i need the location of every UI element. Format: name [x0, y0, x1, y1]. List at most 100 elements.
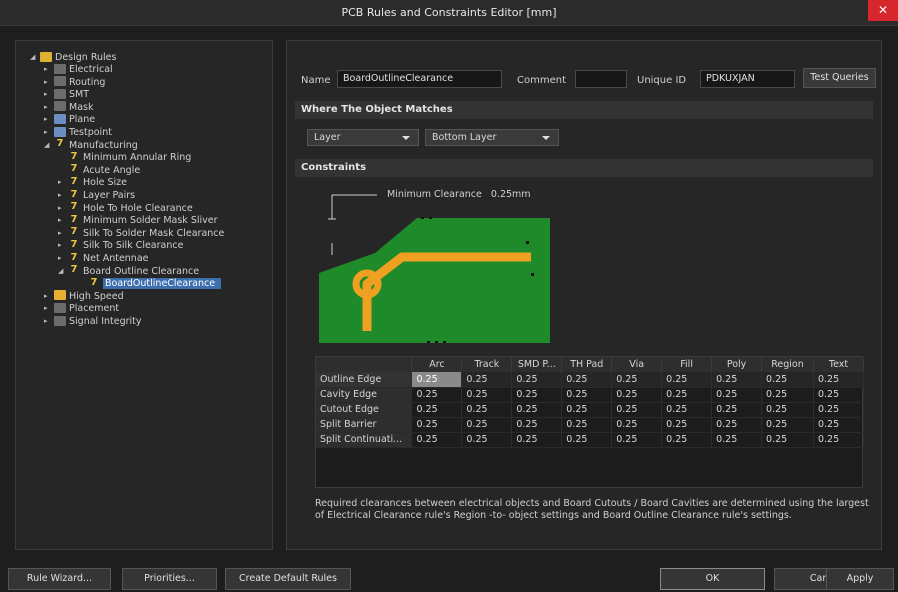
- clearance-cell[interactable]: 0.25: [611, 402, 663, 418]
- clearance-cell[interactable]: 0.25: [411, 372, 463, 388]
- clearance-cell[interactable]: 0.25: [461, 417, 513, 433]
- tree-item-plane[interactable]: ▸ Plane: [44, 113, 95, 126]
- clearance-cell[interactable]: 0.25: [813, 387, 865, 403]
- clearance-cell[interactable]: 0.25: [461, 432, 513, 448]
- clearance-cell[interactable]: 0.25: [661, 432, 713, 448]
- create-default-rules-button[interactable]: Create Default Rules: [225, 568, 351, 590]
- clearance-cell[interactable]: 0.25: [561, 402, 613, 418]
- rule-wizard-button[interactable]: Rule Wizard...: [8, 568, 111, 590]
- expand-arrow-icon[interactable]: ▸: [44, 290, 54, 303]
- expand-arrow-icon[interactable]: ▸: [58, 176, 68, 189]
- tree-item-smt[interactable]: ▸ SMT: [44, 88, 89, 101]
- clearance-cell[interactable]: 0.25: [411, 417, 463, 433]
- expand-arrow-icon[interactable]: ▸: [44, 315, 54, 328]
- clearance-cell[interactable]: 0.25: [461, 402, 513, 418]
- expand-arrow-icon[interactable]: ▸: [44, 101, 54, 114]
- apply-button[interactable]: Apply: [826, 568, 894, 590]
- tree-item-silk-to-solder-mask-clearance[interactable]: ▸ 7 Silk To Solder Mask Clearance: [58, 227, 224, 240]
- clearance-cell[interactable]: 0.25: [661, 402, 713, 418]
- clearance-cell[interactable]: 0.25: [761, 432, 814, 448]
- tree-item-electrical[interactable]: ▸ Electrical: [44, 63, 113, 76]
- clearance-cell[interactable]: 0.25: [561, 372, 613, 388]
- clearance-cell[interactable]: 0.25: [461, 372, 513, 388]
- clearance-cell[interactable]: 0.25: [711, 402, 763, 418]
- clearance-cell[interactable]: 0.25: [711, 417, 763, 433]
- clearance-cell[interactable]: 0.25: [813, 432, 865, 448]
- tree-item-minimum-annular-ring[interactable]: 7 Minimum Annular Ring: [58, 151, 192, 164]
- clearance-grid[interactable]: Arc Track SMD P... TH Pad Via Fill Poly Region T…: [315, 356, 865, 488]
- clearance-cell[interactable]: 0.25: [761, 417, 814, 433]
- clearance-cell[interactable]: 0.25: [761, 372, 814, 388]
- tree-item-net-antennae[interactable]: ▸ 7 Net Antennae: [58, 252, 149, 265]
- clearance-cell[interactable]: 0.25: [561, 387, 613, 403]
- expand-arrow-icon[interactable]: ▸: [58, 202, 68, 215]
- expand-arrow-icon[interactable]: ▸: [58, 239, 68, 252]
- table-row[interactable]: Split Barrier 0.25 0.25 0.25 0.25 0.25 0.25 0.2…: [316, 417, 865, 433]
- table-row[interactable]: Cavity Edge 0.25 0.25 0.25 0.25 0.25 0.25 0.25 0…: [316, 387, 865, 403]
- clearance-cell[interactable]: 0.25: [561, 417, 613, 433]
- expand-arrow-icon[interactable]: ▸: [44, 88, 54, 101]
- clearance-cell[interactable]: 0.25: [511, 387, 563, 403]
- expand-arrow-icon[interactable]: ▸: [44, 63, 54, 76]
- expand-arrow-icon[interactable]: ▸: [58, 189, 68, 202]
- comment-field[interactable]: [575, 70, 627, 88]
- expand-arrow-icon[interactable]: ▸: [44, 76, 54, 89]
- tree-item-mask[interactable]: ▸ Mask: [44, 101, 93, 114]
- clearance-cell[interactable]: 0.25: [761, 402, 814, 418]
- expand-arrow-icon[interactable]: ▸: [58, 252, 68, 265]
- ok-button[interactable]: OK: [660, 568, 765, 590]
- clearance-cell[interactable]: 0.25: [813, 402, 865, 418]
- expand-arrow-icon[interactable]: ▸: [44, 302, 54, 315]
- expand-arrow-icon[interactable]: ◢: [30, 51, 40, 64]
- tree-item-board-outline-clearance[interactable]: ◢ 7 Board Outline Clearance: [58, 265, 199, 278]
- clearance-cell[interactable]: 0.25: [611, 417, 663, 433]
- clearance-cell[interactable]: 0.25: [813, 417, 865, 433]
- clearance-cell[interactable]: 0.25: [661, 372, 713, 388]
- tree-item-silk-to-silk-clearance[interactable]: ▸ 7 Silk To Silk Clearance: [58, 239, 183, 252]
- tree-item-high-speed[interactable]: ▸ High Speed: [44, 290, 124, 303]
- tree-item-placement[interactable]: ▸ Placement: [44, 302, 119, 315]
- clearance-cell[interactable]: 0.25: [761, 387, 814, 403]
- clearance-cell[interactable]: 0.25: [611, 372, 663, 388]
- expand-arrow-icon[interactable]: ▸: [44, 113, 54, 126]
- close-button[interactable]: ✕: [868, 0, 898, 21]
- priorities-button[interactable]: Priorities...: [122, 568, 217, 590]
- clearance-cell[interactable]: 0.25: [611, 387, 663, 403]
- tree-item-hole-to-hole-clearance[interactable]: ▸ 7 Hole To Hole Clearance: [58, 202, 193, 215]
- expand-arrow-icon[interactable]: ▸: [44, 126, 54, 139]
- clearance-cell[interactable]: 0.25: [411, 432, 463, 448]
- name-field[interactable]: BoardOutlineClearance: [337, 70, 502, 88]
- clearance-cell[interactable]: 0.25: [511, 432, 563, 448]
- tree-item-layer-pairs[interactable]: ▸ 7 Layer Pairs: [58, 189, 135, 202]
- clearance-cell[interactable]: 0.25: [511, 402, 563, 418]
- tree-item-testpoint[interactable]: ▸ Testpoint: [44, 126, 112, 139]
- layer-dropdown[interactable]: Bottom Layer: [425, 129, 559, 146]
- tree-item-signal-integrity[interactable]: ▸ Signal Integrity: [44, 315, 142, 328]
- expand-arrow-icon[interactable]: ▸: [58, 214, 68, 227]
- clearance-cell[interactable]: 0.25: [561, 432, 613, 448]
- collapse-arrow-icon[interactable]: ◢: [44, 139, 54, 152]
- clearance-cell[interactable]: 0.25: [711, 432, 763, 448]
- test-queries-button[interactable]: Test Queries: [803, 68, 876, 88]
- rules-tree[interactable]: ◢ Design Rules ▸ Electrical ▸ Routing ▸ SMT ▸ Ma…: [15, 40, 273, 550]
- clearance-cell[interactable]: 0.25: [661, 417, 713, 433]
- clearance-cell[interactable]: 0.25: [711, 372, 763, 388]
- tree-item-hole-size[interactable]: ▸ 7 Hole Size: [58, 176, 127, 189]
- clearance-cell[interactable]: 0.25: [711, 387, 763, 403]
- table-row[interactable]: Outline Edge 0.25 0.25 0.25 0.25 0.25 0.25 0.25…: [316, 372, 865, 388]
- unique-id-field[interactable]: PDKUXJAN: [700, 70, 795, 88]
- clearance-cell[interactable]: 0.25: [511, 372, 563, 388]
- tree-item-acute-angle[interactable]: 7 Acute Angle: [58, 164, 141, 177]
- table-row[interactable]: Cutout Edge 0.25 0.25 0.25 0.25 0.25 0.25 0.25 0…: [316, 402, 865, 418]
- clearance-cell[interactable]: 0.25: [611, 432, 663, 448]
- clearance-cell[interactable]: 0.25: [661, 387, 713, 403]
- clearance-cell[interactable]: 0.25: [461, 387, 513, 403]
- scope-dropdown[interactable]: Layer: [307, 129, 419, 146]
- clearance-cell[interactable]: 0.25: [813, 372, 865, 388]
- clearance-cell[interactable]: 0.25: [411, 402, 463, 418]
- clearance-cell[interactable]: 0.25: [511, 417, 563, 433]
- clearance-cell[interactable]: 0.25: [411, 387, 463, 403]
- tree-item-minimum-solder-mask-sliver[interactable]: ▸ 7 Minimum Solder Mask Sliver: [58, 214, 218, 227]
- table-row[interactable]: Split Continuati... 0.25 0.25 0.25 0.25 0.25 0…: [316, 432, 865, 448]
- expand-arrow-icon[interactable]: ▸: [58, 227, 68, 240]
